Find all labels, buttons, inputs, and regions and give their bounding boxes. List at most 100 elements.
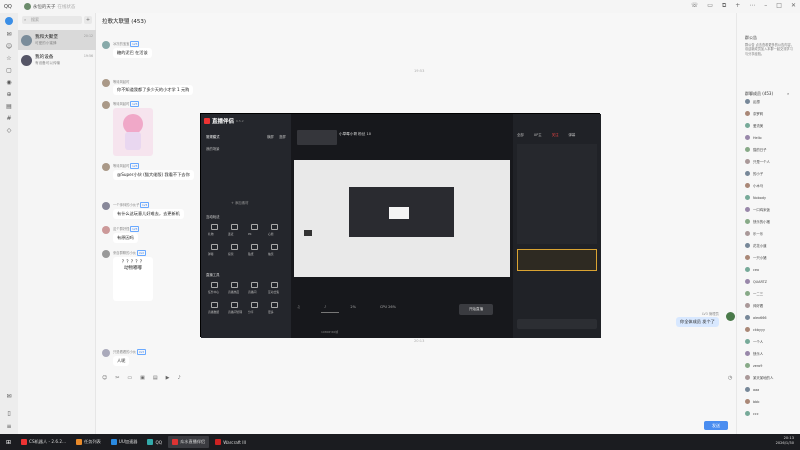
member-item[interactable]: Nobody xyxy=(745,195,766,200)
more-icon[interactable]: ⋯ xyxy=(749,2,755,10)
add-material-button[interactable]: + 添加素材 xyxy=(231,200,248,205)
message-icon[interactable]: ✉ xyxy=(5,31,13,39)
anime-sticker[interactable] xyxy=(113,108,153,156)
message-bubble[interactable]: 有什么这玩意儿好难去，去更新机 xyxy=(113,209,184,219)
member-item[interactable]: 某天某地的人 xyxy=(745,375,773,380)
member-item[interactable]: 乐一乐 xyxy=(745,231,763,236)
screenshot-image[interactable]: 直播伴侣 6.5.2 常规模式 横屏 竖屏 我的场景 + 添加素材 互动玩法 礼… xyxy=(200,113,601,338)
search-icon[interactable]: ⌕ xyxy=(787,91,789,96)
emoji-icon[interactable]: ☺ xyxy=(102,375,107,381)
member-item[interactable]: 小木马 xyxy=(745,183,763,188)
member-item[interactable]: 一个人 xyxy=(745,339,763,344)
sender-avatar[interactable] xyxy=(102,202,110,210)
tab-up[interactable]: UP主 xyxy=(534,132,542,137)
mic-icon[interactable]: ♪ xyxy=(177,375,180,381)
search-input[interactable]: 搜索 xyxy=(22,16,82,24)
member-item[interactable]: QUARTZ xyxy=(745,279,767,284)
danmaku-input[interactable] xyxy=(517,319,597,329)
start-stream-button[interactable]: 开始直播 xyxy=(459,304,493,315)
mail-icon[interactable]: ✉ xyxy=(5,393,13,401)
member-item[interactable]: 帅好看 xyxy=(745,303,763,308)
history-icon[interactable]: ◷ xyxy=(728,375,732,381)
member-item[interactable]: 只是一个人 xyxy=(745,159,770,164)
add-button[interactable]: + xyxy=(84,16,92,24)
member-item[interactable]: 花花小道 xyxy=(745,243,767,248)
sender-avatar[interactable] xyxy=(102,250,110,258)
interact-item-icon[interactable] xyxy=(231,224,238,230)
tool-item-icon[interactable] xyxy=(231,302,238,308)
member-item[interactable]: 一只小猪 xyxy=(745,255,767,260)
taskbar-item[interactable]: 众水直播伴侣 xyxy=(168,436,210,448)
member-item[interactable]: 乱想 xyxy=(745,99,760,104)
video-call-icon[interactable]: ▭ xyxy=(707,2,713,10)
taskbar-item[interactable]: Warcraft III xyxy=(211,436,250,448)
screen-share-icon[interactable]: ⧉ xyxy=(722,2,726,10)
star-icon[interactable]: ☆ xyxy=(5,55,13,63)
image-icon[interactable]: ▣ xyxy=(140,375,145,381)
channel-icon[interactable]: # xyxy=(5,115,13,123)
sender-avatar[interactable] xyxy=(102,79,110,87)
my-message-bubble[interactable]: 你全体成员 发个了 xyxy=(676,317,719,327)
tool-item-icon[interactable] xyxy=(231,282,238,288)
mic-icon[interactable]: ♪ xyxy=(324,305,326,309)
member-item[interactable]: zero9 xyxy=(745,363,762,368)
interact-item-icon[interactable] xyxy=(251,224,258,230)
document-icon[interactable]: ▤ xyxy=(5,103,13,111)
member-item[interactable]: Hello xyxy=(745,135,762,140)
contacts-icon[interactable]: ☺ xyxy=(5,43,13,51)
tool-item-icon[interactable] xyxy=(251,302,258,308)
volume-icon[interactable]: ♫ xyxy=(297,305,300,309)
interact-item-icon[interactable] xyxy=(271,224,278,230)
tab-danmaku[interactable]: 弹幕 xyxy=(568,132,575,137)
sender-avatar[interactable] xyxy=(102,349,110,357)
member-item[interactable]: ckbyyy xyxy=(745,327,765,332)
send-button[interactable]: 发送 xyxy=(704,421,728,430)
minimize-icon[interactable]: – xyxy=(764,2,767,10)
mini-app-icon[interactable]: ◇ xyxy=(5,127,13,135)
taskbar-item[interactable]: UU加速器 xyxy=(107,436,142,448)
tool-item-icon[interactable] xyxy=(211,302,218,308)
member-item[interactable]: 爱流美 xyxy=(745,123,763,128)
member-item[interactable]: 猫的日子 xyxy=(745,147,767,152)
conversation-item[interactable]: 我和大聚堡 可爱的小蜜蜂 20:12 xyxy=(18,30,96,50)
tool-item-icon[interactable] xyxy=(271,302,278,308)
scissors-icon[interactable]: ✂ xyxy=(115,375,119,381)
profile-avatar[interactable] xyxy=(5,17,13,25)
add-member-icon[interactable]: + xyxy=(735,2,740,10)
taskbar-item[interactable]: QQ xyxy=(143,436,166,448)
start-icon[interactable]: ⊞ xyxy=(2,436,15,448)
interact-item-icon[interactable] xyxy=(231,244,238,250)
portrait-tab[interactable]: 竖屏 xyxy=(279,134,286,139)
message-bubble[interactable]: 人呢 xyxy=(113,356,130,366)
member-item[interactable]: bbb xyxy=(745,399,759,404)
folder-icon[interactable]: ▭ xyxy=(127,375,132,381)
member-item[interactable]: 快乐人 xyxy=(745,351,763,356)
member-item[interactable]: 一口鸡米饭 xyxy=(745,207,770,212)
sender-avatar[interactable] xyxy=(102,101,110,109)
member-item[interactable]: 奈罗莉 xyxy=(745,111,763,116)
taskbar-item[interactable]: 任务列表 xyxy=(72,436,105,448)
red-packet-icon[interactable]: ▤ xyxy=(153,375,158,381)
sender-avatar[interactable] xyxy=(102,41,110,49)
account-info[interactable]: 永恒的天子 在线状态 xyxy=(23,3,75,10)
interact-item-icon[interactable] xyxy=(211,224,218,230)
menu-icon[interactable]: ≡ xyxy=(5,423,13,431)
space-icon[interactable]: ◉ xyxy=(5,79,13,87)
taskbar-item[interactable]: CS机器人 - 2.6.2... xyxy=(17,436,70,448)
message-bubble[interactable]: 有原因吗 xyxy=(113,233,138,243)
phone-call-icon[interactable]: ☏ xyxy=(691,2,699,10)
tool-item-icon[interactable] xyxy=(251,282,258,288)
sender-avatar[interactable] xyxy=(102,226,110,234)
tab-follow[interactable]: 关注 xyxy=(552,132,559,137)
tool-item-icon[interactable] xyxy=(271,282,278,288)
interact-item-icon[interactable] xyxy=(251,244,258,250)
member-item[interactable]: aaa xyxy=(745,387,759,392)
message-bubble[interactable]: 糖的泥巴 在活该 xyxy=(113,48,152,58)
interact-item-icon[interactable] xyxy=(271,244,278,250)
volume-slider[interactable] xyxy=(321,312,339,313)
game-icon[interactable]: ⊕ xyxy=(5,91,13,99)
member-item[interactable]: 一二三 xyxy=(745,291,763,296)
member-item[interactable]: ccc xyxy=(745,411,759,416)
tab-all[interactable]: 全部 xyxy=(517,132,524,137)
close-icon[interactable]: ✕ xyxy=(791,2,796,10)
